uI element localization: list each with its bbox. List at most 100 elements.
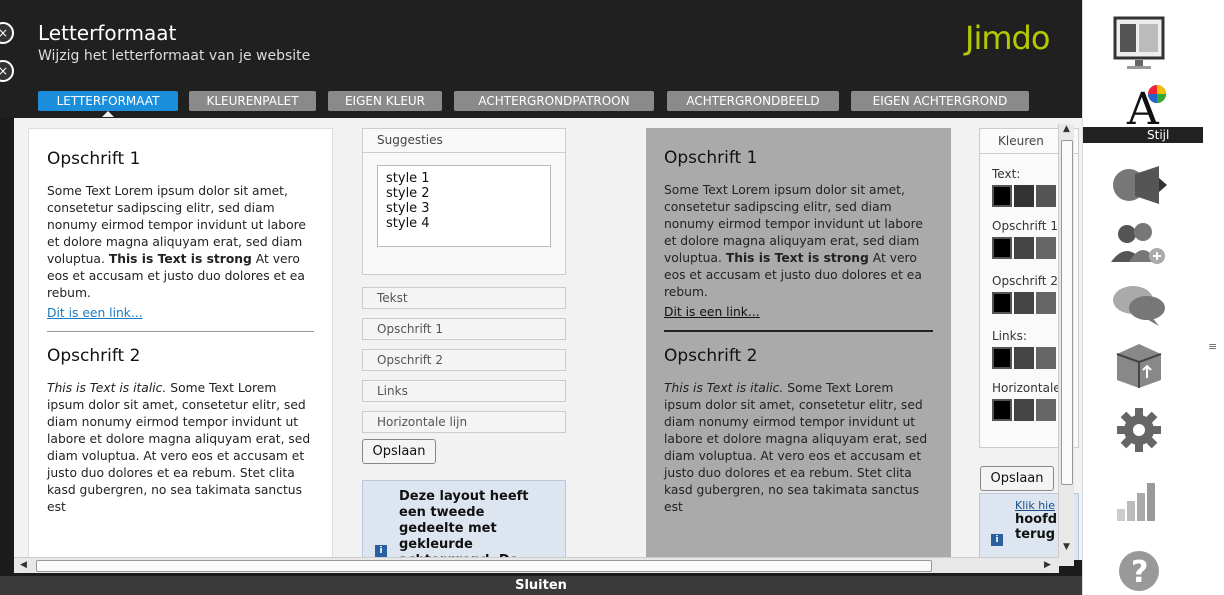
suggestion-item[interactable]: style 3 <box>386 201 542 216</box>
scroll-right-icon[interactable]: ▶ <box>1044 560 1051 570</box>
gear-icon[interactable] <box>1107 405 1171 459</box>
scroll-up-icon[interactable]: ▲ <box>1063 124 1070 134</box>
page-title: Letterformaat <box>38 21 177 45</box>
preview-text-2-alt: Some Text Lorem ipsum dolor sit amet, co… <box>664 381 928 514</box>
panel-header: × × Letterformaat Wijzig het letterforma… <box>0 0 1082 118</box>
color-swatch[interactable] <box>1014 185 1034 207</box>
preview-strong-text-alt: This is Text is strong <box>725 251 869 265</box>
suggestions-list[interactable]: style 1 style 2 style 3 style 4 <box>377 165 551 247</box>
element-button-links[interactable]: Links <box>362 380 566 402</box>
info-icon: i <box>375 545 387 557</box>
info-message: Deze layout heeft een tweede gedeelte me… <box>399 489 529 560</box>
preview-link-alt[interactable]: Dit is een link... <box>664 305 760 319</box>
tab-achtergrondbeeld[interactable]: ACHTERGRONDBEELD <box>667 91 839 111</box>
preview-paragraph-2: This is Text is italic. Some Text Lorem … <box>47 380 314 516</box>
scroll-down-icon[interactable]: ▼ <box>1063 542 1070 552</box>
jimdo-logo: Jimdo <box>965 19 1050 57</box>
color-group-label: Opschrift 2 <box>992 274 1058 288</box>
package-icon[interactable] <box>1107 340 1171 394</box>
preview-heading-1: Opschrift 1 <box>47 149 141 169</box>
svg-text:?: ? <box>1131 555 1148 590</box>
color-swatch[interactable] <box>1036 237 1056 259</box>
save-button[interactable]: Opslaan <box>362 439 436 464</box>
color-swatches <box>992 347 1058 369</box>
statistics-icon[interactable] <box>1107 475 1171 529</box>
help-icon[interactable]: ? <box>1107 545 1171 595</box>
style-panel: × × Letterformaat Wijzig het letterforma… <box>0 0 1082 595</box>
comments-icon[interactable] <box>1107 280 1171 334</box>
color-swatch[interactable] <box>992 237 1012 259</box>
style-icon[interactable]: A <box>1107 80 1171 135</box>
color-swatch[interactable] <box>992 399 1012 421</box>
close-panel-button[interactable]: Sluiten <box>0 576 1082 595</box>
preview-heading-1-alt: Opschrift 1 <box>664 148 758 168</box>
preview-paragraph-alt: Some Text Lorem ipsum dolor sit amet, co… <box>664 182 933 301</box>
content-area: Opschrift 1 Some Text Lorem ipsum dolor … <box>14 118 1082 560</box>
horizontal-scrollbar[interactable]: ◀ ▶ <box>14 557 1059 573</box>
element-button-opschrift-2[interactable]: Opschrift 2 <box>362 349 566 371</box>
tab-achtergrondpatroon[interactable]: ACHTERGRONDPATROON <box>454 91 654 111</box>
preview-divider-alt <box>664 330 933 332</box>
color-swatch[interactable] <box>992 347 1012 369</box>
color-swatch[interactable] <box>1036 347 1056 369</box>
resize-handle-icon[interactable]: ≡ <box>1208 340 1217 353</box>
tab-letterformaat[interactable]: LETTERFORMAAT <box>38 91 178 117</box>
preview-divider <box>47 331 314 332</box>
color-group-text: Text: <box>992 167 1058 207</box>
tab-eigen-kleur[interactable]: EIGEN KLEUR <box>328 91 442 111</box>
color-swatch[interactable] <box>1036 399 1056 421</box>
add-user-icon[interactable] <box>1107 220 1171 274</box>
color-swatch[interactable] <box>1014 347 1034 369</box>
color-group-links: Links: <box>992 329 1058 369</box>
color-swatches <box>992 292 1058 314</box>
suggestion-item[interactable]: style 4 <box>386 216 542 231</box>
jimdo-editor: × × Letterformaat Wijzig het letterforma… <box>0 0 1224 595</box>
color-swatches <box>992 237 1058 259</box>
close-icon[interactable]: × <box>0 22 14 44</box>
colors-save-button[interactable]: Opslaan <box>980 466 1054 491</box>
color-swatches <box>992 185 1058 207</box>
megaphone-icon[interactable] <box>1107 160 1171 214</box>
editor-toolbar: A Stijl ? <box>1082 0 1203 595</box>
active-tool-label: Stijl <box>1083 127 1203 143</box>
element-button-tekst[interactable]: Tekst <box>362 287 566 309</box>
preview-italic-text: This is Text is italic. <box>47 381 167 395</box>
tab-kleurenpalet[interactable]: KLEURENPALET <box>189 91 316 111</box>
color-swatch[interactable] <box>1014 399 1034 421</box>
vertical-scroll-thumb[interactable] <box>1061 140 1073 485</box>
info-icon: i <box>991 534 1003 546</box>
color-swatches <box>992 399 1061 421</box>
color-swatch[interactable] <box>1036 292 1056 314</box>
page-subtitle: Wijzig het letterformaat van je website <box>38 48 311 64</box>
horizontal-scroll-thumb[interactable] <box>36 560 932 572</box>
vertical-scrollbar[interactable]: ▲ ▼ <box>1058 124 1074 566</box>
element-list: Tekst Opschrift 1 Opschrift 2 Links Hori… <box>362 287 566 442</box>
color-swatch[interactable] <box>1036 185 1056 207</box>
preview-heading-2-alt: Opschrift 2 <box>664 346 758 366</box>
color-group-label: Text: <box>992 167 1021 181</box>
close-icon-secondary[interactable]: × <box>0 60 14 82</box>
preview-italic-text-alt: This is Text is italic. <box>664 381 784 395</box>
scroll-left-icon[interactable]: ◀ <box>20 560 27 570</box>
tab-eigen-achtergrond[interactable]: EIGEN ACHTERGROND <box>851 91 1029 111</box>
suggestion-item[interactable]: style 2 <box>386 186 542 201</box>
color-swatch[interactable] <box>1014 292 1034 314</box>
color-group-opschrift-2: Opschrift 2 <box>992 274 1058 314</box>
color-swatch[interactable] <box>992 185 1012 207</box>
element-button-opschrift-1[interactable]: Opschrift 1 <box>362 318 566 340</box>
layout-icon[interactable] <box>1107 14 1171 69</box>
preview-strong-text: This is Text is strong <box>108 252 252 266</box>
preview-paragraph-2-alt: This is Text is italic. Some Text Lorem … <box>664 380 933 516</box>
suggestion-item[interactable]: style 1 <box>386 171 542 186</box>
settings-column: Suggesties style 1 style 2 style 3 style… <box>362 128 568 560</box>
color-group-opschrift-1: Opschrift 1 <box>992 219 1058 259</box>
element-button-horizontale-lijn[interactable]: Horizontale lijn <box>362 411 566 433</box>
preview-paragraph: Some Text Lorem ipsum dolor sit amet, co… <box>47 183 314 302</box>
color-swatch[interactable] <box>1014 237 1034 259</box>
color-group-label: Horizontale <box>992 381 1061 395</box>
color-group-label: Links: <box>992 329 1027 343</box>
preview-heading-2: Opschrift 2 <box>47 346 141 366</box>
color-swatch[interactable] <box>992 292 1012 314</box>
preview-link[interactable]: Dit is een link... <box>47 306 143 320</box>
footer-bar: Sluiten <box>0 576 1082 595</box>
